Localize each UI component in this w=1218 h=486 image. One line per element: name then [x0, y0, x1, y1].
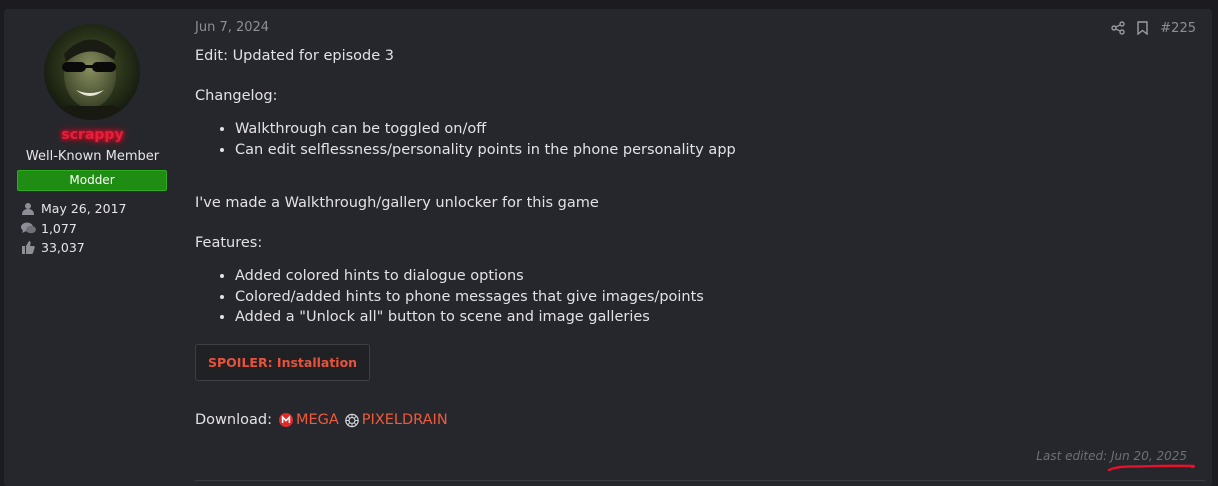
list-item: Added a "Unlock all" button to scene and…: [235, 307, 1195, 328]
intro-text: I've made a Walkthrough/gallery unlocker…: [195, 195, 599, 211]
spoiler-button[interactable]: SPOILER: Installation: [195, 343, 371, 381]
changelog-list: Walkthrough can be toggled on/off Can ed…: [195, 119, 1195, 160]
user-title: Well-Known Member: [25, 149, 160, 164]
user-stats: May 26, 2017 1,077 33,037: [17, 199, 182, 258]
mega-icon: [278, 413, 293, 427]
comments-icon: [19, 221, 37, 235]
features-list: Added colored hints to dialogue options …: [195, 266, 1195, 328]
avatar[interactable]: [44, 24, 140, 120]
stat-reactions-value: 33,037: [41, 240, 85, 256]
post-main: Jun 7, 2024 #225 Edit: Updated for episo…: [195, 9, 1205, 486]
last-edited[interactable]: Last edited: Jun 20, 2025: [1036, 449, 1187, 463]
pixeldrain-link-label: PIXELDRAIN: [361, 411, 448, 428]
stat-joined-value: May 26, 2017: [41, 201, 127, 217]
stat-reactions: 33,037: [17, 238, 182, 258]
share-icon[interactable]: [1111, 20, 1125, 36]
red-annotation-underline: [1107, 464, 1195, 472]
post-footer-divider: [195, 480, 1205, 481]
post-number[interactable]: #225: [1160, 21, 1196, 36]
list-item: Added colored hints to dialogue options: [235, 266, 1195, 287]
user-icon: [19, 202, 37, 216]
forum-post: scrappy Well-Known Member Modder May 26,…: [4, 9, 1212, 486]
bookmark-icon[interactable]: [1137, 20, 1148, 36]
post-actions: #225: [1111, 20, 1196, 36]
username[interactable]: scrappy: [4, 127, 181, 143]
list-item: Walkthrough can be toggled on/off: [235, 119, 1195, 140]
stat-joined: May 26, 2017: [17, 199, 182, 219]
user-banner: Modder: [17, 170, 167, 191]
mega-link-label: MEGA: [295, 411, 339, 428]
post-date[interactable]: Jun 7, 2024: [195, 20, 269, 35]
features-heading: Features:: [195, 235, 263, 251]
user-column: scrappy Well-Known Member Modder May 26,…: [4, 9, 187, 486]
post-body: Edit: Updated for episode 3 Changelog: W…: [195, 46, 1195, 431]
list-item: Colored/added hints to phone messages th…: [235, 287, 1195, 308]
list-item: Can edit selflessness/personality points…: [235, 140, 1195, 161]
download-label: Download:: [195, 411, 272, 428]
thumbs-up-icon: [19, 241, 37, 255]
pixeldrain-link[interactable]: PIXELDRAIN: [339, 410, 448, 431]
stat-messages-value: 1,077: [41, 220, 77, 236]
changelog-heading: Changelog:: [195, 88, 278, 104]
stat-messages: 1,077: [17, 219, 182, 239]
pixeldrain-icon: [345, 413, 359, 428]
mega-link[interactable]: MEGA: [272, 410, 339, 431]
edit-line: Edit: Updated for episode 3: [195, 48, 394, 64]
download-row: Download: MEGA PIXELDRAIN: [195, 410, 1195, 431]
